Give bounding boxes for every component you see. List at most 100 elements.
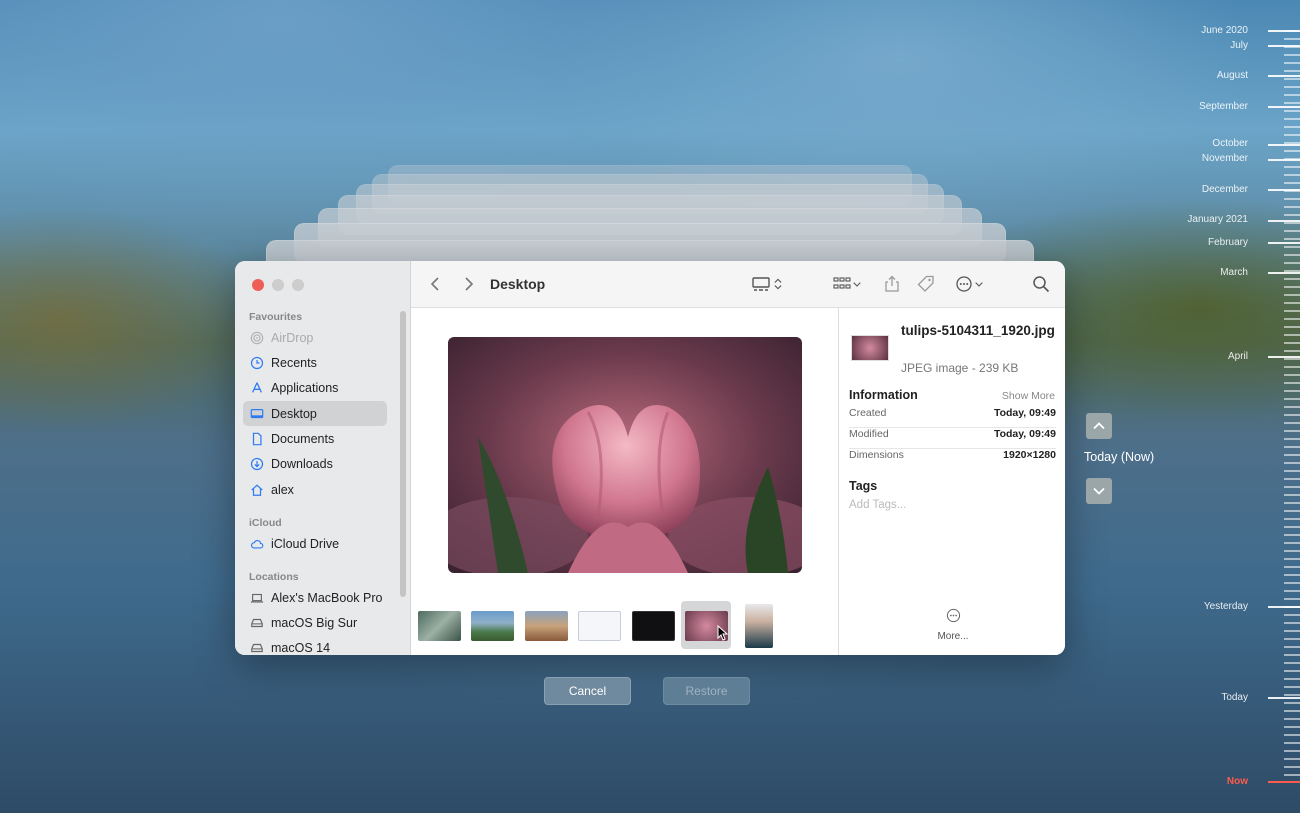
more-button[interactable]: More...: [935, 608, 971, 642]
forward-button[interactable]: [459, 274, 477, 294]
thumbnail[interactable]: [632, 611, 675, 641]
timeline-tick: [1284, 766, 1300, 768]
sidebar-scrollbar[interactable]: [400, 311, 406, 597]
timeline-tick: [1284, 278, 1300, 280]
timeline-tick: [1284, 294, 1300, 296]
timeline-label[interactable]: Yesterday: [1204, 601, 1248, 612]
timeline-tick: [1284, 254, 1300, 256]
tag-icon: [917, 275, 934, 292]
show-more-link[interactable]: Show More: [1002, 390, 1055, 402]
timeline-tick: [1284, 206, 1300, 208]
timeline-tick: [1284, 502, 1300, 504]
backup-timeline[interactable]: June 2020 July August September October …: [1150, 0, 1300, 813]
sidebar-item-macos-big-sur[interactable]: macOS Big Sur: [243, 610, 387, 635]
info-key: Created: [849, 407, 887, 419]
minimize-button[interactable]: [272, 279, 284, 291]
file-thumbnail: [851, 335, 889, 361]
timeline-label[interactable]: February: [1208, 237, 1248, 248]
sidebar-item-icloud-drive[interactable]: iCloud Drive: [243, 531, 387, 556]
timeline-tick: [1284, 182, 1300, 184]
view-mode-button[interactable]: [751, 274, 785, 294]
sidebar-item-documents[interactable]: Documents: [243, 426, 387, 451]
timeline-tick: [1284, 454, 1300, 456]
info-row-modified: Modified Today, 09:49: [849, 428, 1056, 449]
timeline-tick: [1284, 654, 1300, 656]
tulip-photo: [448, 337, 802, 573]
gallery-view-icon: [752, 277, 770, 291]
add-tags-field[interactable]: Add Tags...: [849, 499, 906, 511]
info-value: 1920×1280: [1003, 449, 1056, 461]
newer-backup-button[interactable]: [1086, 478, 1112, 504]
sidebar-item-home[interactable]: alex: [243, 477, 387, 502]
chevron-up-icon: [1093, 422, 1105, 430]
thumbnail[interactable]: [745, 604, 773, 648]
sidebar-item-label: Desktop: [271, 406, 317, 421]
chevron-left-icon: [430, 277, 439, 291]
timeline-label[interactable]: July: [1230, 40, 1248, 51]
timeline-major-tick: [1268, 106, 1300, 108]
timeline-tick: [1284, 230, 1300, 232]
timeline-tick: [1284, 774, 1300, 776]
timeline-tick: [1284, 302, 1300, 304]
download-icon: [250, 457, 264, 470]
thumbnail[interactable]: [418, 611, 461, 641]
timeline-tick: [1284, 422, 1300, 424]
clock-icon: [250, 356, 264, 369]
action-menu-button[interactable]: [955, 274, 985, 294]
timeline-tick: [1284, 686, 1300, 688]
thumbnail[interactable]: [471, 611, 514, 641]
sidebar-item-recents[interactable]: Recents: [243, 350, 387, 375]
timeline-label[interactable]: June 2020: [1201, 25, 1248, 36]
timeline-label[interactable]: January 2021: [1187, 214, 1248, 225]
timeline-major-tick: [1268, 272, 1300, 274]
sidebar-item-desktop[interactable]: Desktop: [243, 401, 387, 426]
timeline-label[interactable]: March: [1220, 267, 1248, 278]
older-backup-button[interactable]: [1086, 413, 1112, 439]
info-value: Today, 09:49: [993, 428, 1056, 440]
sidebar-item-macbook-pro[interactable]: Alex's MacBook Pro: [243, 585, 387, 610]
close-button[interactable]: [252, 279, 264, 291]
search-button[interactable]: [1032, 274, 1050, 294]
gallery-content: [411, 308, 838, 655]
timeline-label[interactable]: November: [1202, 153, 1248, 164]
cancel-button[interactable]: Cancel: [544, 677, 631, 705]
timeline-now-label[interactable]: Now: [1227, 776, 1248, 787]
timeline-label[interactable]: April: [1228, 351, 1248, 362]
timeline-major-tick: [1268, 697, 1300, 699]
share-button[interactable]: [883, 274, 901, 294]
timeline-tick: [1284, 742, 1300, 744]
timeline-label[interactable]: December: [1202, 184, 1248, 195]
sidebar-item-label: macOS 14: [271, 640, 331, 655]
sidebar-item-applications[interactable]: Applications: [243, 375, 387, 400]
sidebar-item-label: AirDrop: [271, 330, 314, 345]
image-preview[interactable]: [448, 337, 802, 573]
group-by-button[interactable]: [833, 274, 863, 294]
timeline-tick: [1284, 478, 1300, 480]
timeline-label[interactable]: August: [1217, 70, 1248, 81]
timeline-tick: [1284, 70, 1300, 72]
thumbnail[interactable]: [578, 611, 621, 641]
sidebar-item-airdrop[interactable]: AirDrop: [243, 325, 387, 350]
zoom-button[interactable]: [292, 279, 304, 291]
timeline-tick: [1284, 550, 1300, 552]
timeline-tick: [1284, 318, 1300, 320]
section-favourites: Favourites: [249, 311, 303, 323]
sidebar-item-downloads[interactable]: Downloads: [243, 451, 387, 476]
timeline-tick: [1284, 574, 1300, 576]
thumbnail[interactable]: [525, 611, 568, 641]
timeline-tick: [1284, 494, 1300, 496]
sidebar-item-macos-14[interactable]: macOS 14: [243, 635, 387, 655]
back-button[interactable]: [427, 274, 445, 294]
laptop-icon: [250, 593, 264, 603]
timeline-label[interactable]: October: [1212, 138, 1248, 149]
home-icon: [251, 483, 263, 496]
timeline-tick: [1284, 710, 1300, 712]
timeline-tick: [1284, 222, 1300, 224]
restore-button[interactable]: Restore: [663, 677, 750, 705]
timeline-tick: [1284, 126, 1300, 128]
timeline-label[interactable]: September: [1199, 101, 1248, 112]
timeline-tick: [1284, 630, 1300, 632]
tag-button[interactable]: [917, 274, 935, 294]
timeline-label[interactable]: Today: [1221, 692, 1248, 703]
sidebar-item-label: Documents: [271, 431, 335, 446]
